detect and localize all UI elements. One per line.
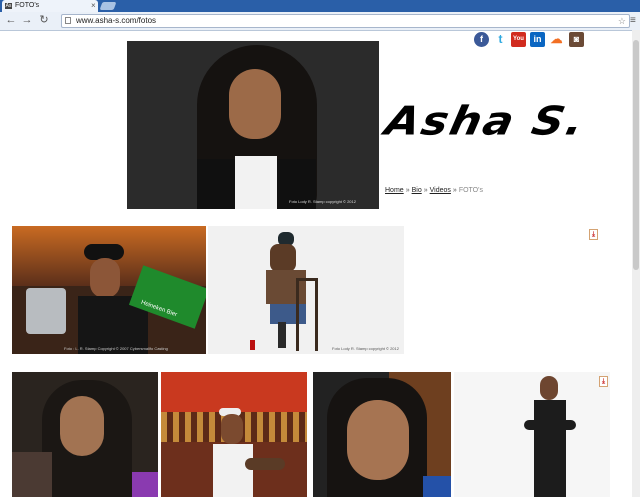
photo-party-caption: Foto : L. R. Stamp Copyright © 2007 Cybe… (64, 346, 168, 351)
photo-crowd[interactable] (12, 372, 158, 497)
photo-crowd-person (12, 452, 52, 497)
photo-suit[interactable] (454, 372, 610, 497)
photo-chair-boot (278, 322, 286, 348)
photo-suit-jacket (534, 400, 566, 497)
photo-crowd-face (60, 396, 104, 456)
youtube-icon[interactable]: You (511, 32, 526, 47)
photo-bar-face (221, 414, 243, 444)
reload-icon: ↻ (39, 14, 49, 26)
twitter-icon[interactable]: t (493, 32, 508, 47)
photo-crowd-shirt (132, 472, 158, 497)
hero-face (229, 69, 281, 139)
nav-home[interactable]: Home (385, 187, 404, 194)
linkedin-icon[interactable]: in (530, 32, 545, 47)
hero-credit: Foto Lody R. Stamp copyright © 2012 (289, 199, 356, 204)
photo-chair-seat (296, 278, 318, 351)
facebook-icon[interactable]: f (474, 32, 489, 47)
nav-separator: » (405, 187, 410, 194)
photo-party-face (90, 258, 120, 298)
hero-shirt (235, 156, 277, 209)
nav-separator: » (423, 187, 428, 194)
photo-bar-wall (161, 372, 307, 412)
nav-bio[interactable]: Bio (412, 187, 422, 194)
photo-chair-can (250, 340, 255, 350)
photo-bar-plate (245, 458, 285, 470)
hero-photo: Foto Lody R. Stamp copyright © 2012 (127, 41, 379, 209)
site-nav: Home» Bio» Videos» FOTO's (385, 187, 483, 194)
forward-button[interactable]: → (20, 13, 34, 27)
site-logo[interactable]: Asha S. (381, 99, 590, 145)
back-button[interactable]: ← (4, 13, 18, 27)
address-bar[interactable]: www.asha-s.com/fotos ☆ (61, 14, 630, 28)
bookmark-star-icon[interactable]: ☆ (618, 15, 626, 27)
wrench-menu-icon[interactable]: ≡ (630, 15, 636, 26)
photo-chair-caption: Foto Lody R. Stamp copyright © 2012 (332, 346, 399, 351)
address-url: www.asha-s.com/fotos (76, 16, 157, 25)
photo-closeup[interactable] (313, 372, 451, 497)
pdf-icon[interactable]: ⤓ (589, 229, 598, 240)
page-icon (65, 17, 71, 24)
tab-title: FOTO's (15, 2, 40, 9)
photo-bar-shirt (213, 444, 253, 497)
arrow-left-icon: ← (5, 14, 17, 26)
nav-fotos-current[interactable]: FOTO's (459, 187, 483, 194)
new-tab-button[interactable] (99, 2, 117, 10)
photo-closeup-face (347, 400, 409, 480)
reload-button[interactable]: ↻ (37, 13, 51, 27)
nav-videos[interactable]: Videos (430, 187, 451, 194)
photo-chair-head (270, 244, 296, 272)
photo-closeup-badge (423, 476, 451, 497)
scrollbar-thumb[interactable] (633, 40, 639, 270)
photo-suit-head (540, 376, 558, 400)
photo-bar[interactable] (161, 372, 307, 497)
scrollbar[interactable] (632, 30, 640, 497)
photo-party-bucket (26, 288, 66, 334)
tab-favicon-icon: As (5, 3, 12, 9)
nav-separator: » (452, 187, 457, 194)
photo-party[interactable]: Heineken Bier Foto : L. R. Stamp Copyrig… (12, 226, 206, 354)
browser-toolbar: ← → ↻ www.asha-s.com/fotos ☆ ≡ (0, 12, 640, 31)
tab-close-icon[interactable]: × (91, 0, 96, 12)
pdf-icon-2[interactable]: ⤓ (599, 376, 608, 387)
soundcloud-icon[interactable]: ☁ (549, 32, 564, 47)
browser-title-bar: As FOTO's × (0, 0, 640, 12)
photo-suit-arms (524, 420, 576, 430)
instagram-icon[interactable]: ◙ (569, 32, 584, 47)
browser-tab[interactable]: As FOTO's × (2, 0, 98, 12)
photo-chair[interactable]: Foto Lody R. Stamp copyright © 2012 (208, 226, 404, 354)
arrow-right-icon: → (21, 14, 33, 26)
